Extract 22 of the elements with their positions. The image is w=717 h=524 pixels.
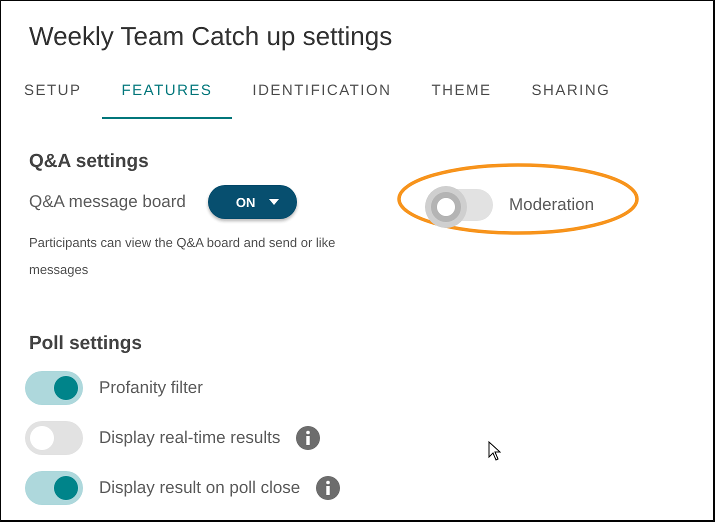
option-label: Display result on poll close [99,478,300,498]
window-title: Weekly Team Catch up settings [29,21,394,52]
option-label: Display real-time results [99,428,280,448]
dropdown-button[interactable]: ON [208,185,298,219]
mouse-pointer-icon [488,441,501,461]
caret-icon [269,199,280,205]
tab[interactable]: IDENTIFICATION [232,82,412,119]
tab[interactable]: SETUP [4,82,102,119]
section-heading: Q&A settings [29,151,150,173]
tab[interactable]: SHARING [511,82,630,119]
section-heading: Poll settings [29,333,143,355]
moderation-label: Moderation [509,195,594,215]
description: Participants can view the Q&A board and send or like messages [29,234,336,279]
board-label: Q&A message board [29,192,186,212]
toggle-switch[interactable] [25,471,83,505]
tab[interactable]: FEATURES [102,82,232,119]
option-label: Profanity filter [99,378,203,398]
toggle-switch[interactable] [25,421,83,455]
toggle-switch[interactable] [25,371,83,405]
info-icon[interactable] [296,426,320,450]
tab[interactable]: THEME [411,82,512,119]
info-icon[interactable] [316,476,340,500]
